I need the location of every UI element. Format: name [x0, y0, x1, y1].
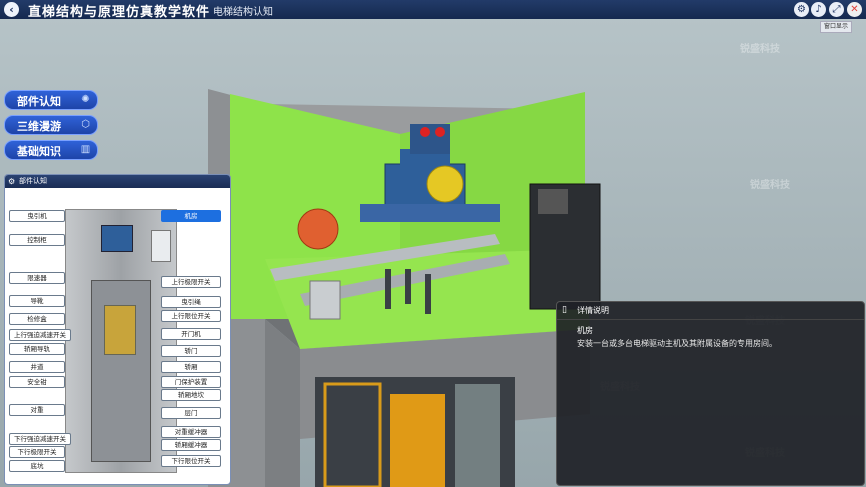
part-label[interactable]: 上行强迫减速开关: [9, 329, 71, 341]
part-label[interactable]: 轿厢地坎: [161, 389, 221, 401]
menu-label: 三维漫游: [17, 120, 61, 133]
car-illustration: [104, 305, 136, 355]
detail-part-name: 机房: [577, 326, 593, 335]
watermark: 锐盛科技: [750, 180, 790, 191]
cabinet-illustration: [151, 230, 171, 262]
menu-3d-roaming[interactable]: 三维漫游 ⬡: [4, 115, 98, 135]
part-label[interactable]: 下行极限开关: [9, 446, 65, 458]
part-label[interactable]: 上行极限开关: [161, 276, 221, 288]
menu-label: 基础知识: [17, 145, 61, 158]
part-label[interactable]: 下行强迫减速开关: [9, 433, 71, 445]
menu-parts-recognition[interactable]: 部件认知 ✺: [4, 90, 98, 110]
part-label[interactable]: 安全钳: [9, 376, 65, 388]
book-icon: ▥: [80, 144, 91, 155]
part-label[interactable]: 轿厢: [161, 361, 221, 373]
part-label[interactable]: 对重缓冲器: [161, 426, 221, 438]
part-label[interactable]: 下行限位开关: [161, 455, 221, 467]
part-label-selected[interactable]: 机房: [161, 210, 221, 222]
title-bar: ‹ 直梯结构与原理仿真教学软件 电梯结构认知 ⚙ ♪ ⤢ ✕: [0, 0, 866, 20]
machine-illustration: [101, 225, 133, 252]
part-label[interactable]: 曳引机: [9, 210, 65, 222]
fullscreen-icon[interactable]: ⤢: [829, 2, 844, 17]
close-icon[interactable]: ✕: [847, 2, 862, 17]
part-label[interactable]: 轿厢缓冲器: [161, 439, 221, 451]
part-label[interactable]: 上行限位开关: [161, 310, 221, 322]
part-label[interactable]: 导靴: [9, 295, 65, 307]
detail-description: 安装一台或多台电梯驱动主机及其附属设备的专用房间。: [577, 339, 777, 348]
menu-label: 部件认知: [17, 95, 61, 108]
module-title: 电梯结构认知: [213, 7, 273, 18]
detail-panel: ▯ 详情说明 机房 安装一台或多台电梯驱动主机及其附属设备的专用房间。: [556, 301, 865, 486]
speaker-icon[interactable]: ♪: [811, 2, 826, 17]
part-label[interactable]: 层门: [161, 407, 221, 419]
watermark: 锐盛科技: [740, 44, 780, 55]
cube-icon: ⬡: [81, 119, 90, 130]
parts-panel-header: ⚙ 部件认知: [5, 175, 230, 188]
part-label[interactable]: 轿门: [161, 345, 221, 357]
part-label[interactable]: 井道: [9, 361, 65, 373]
part-label[interactable]: 限速器: [9, 272, 65, 284]
part-label[interactable]: 底坑: [9, 460, 65, 472]
part-label[interactable]: 对重: [9, 404, 65, 416]
book-icon: ▯: [562, 305, 567, 315]
part-label[interactable]: 开门机: [161, 328, 221, 340]
parts-panel-title: 部件认知: [19, 177, 47, 185]
part-label[interactable]: 控制柜: [9, 234, 65, 246]
back-icon[interactable]: ‹: [4, 2, 19, 17]
part-label[interactable]: 曳引绳: [161, 296, 221, 308]
detail-panel-header: ▯ 详情说明: [557, 302, 864, 320]
menu-basic-knowledge[interactable]: 基础知识 ▥: [4, 140, 98, 160]
gear-icon: ⚙: [8, 177, 16, 186]
part-label[interactable]: 轿厢导轨: [9, 343, 65, 355]
gear-icon[interactable]: ⚙: [794, 2, 809, 17]
spinner-icon: ✺: [81, 94, 90, 105]
app-title: 直梯结构与原理仿真教学软件: [28, 5, 211, 20]
part-label[interactable]: 检修盒: [9, 313, 65, 325]
detail-panel-title: 详情说明: [577, 306, 609, 315]
parts-panel: ⚙ 部件认知 曳引机 控制柜 限速器 导靴 检修盒 上行强迫减速开关 轿厢导轨 …: [4, 174, 231, 485]
part-label[interactable]: 门保护装置: [161, 376, 221, 388]
